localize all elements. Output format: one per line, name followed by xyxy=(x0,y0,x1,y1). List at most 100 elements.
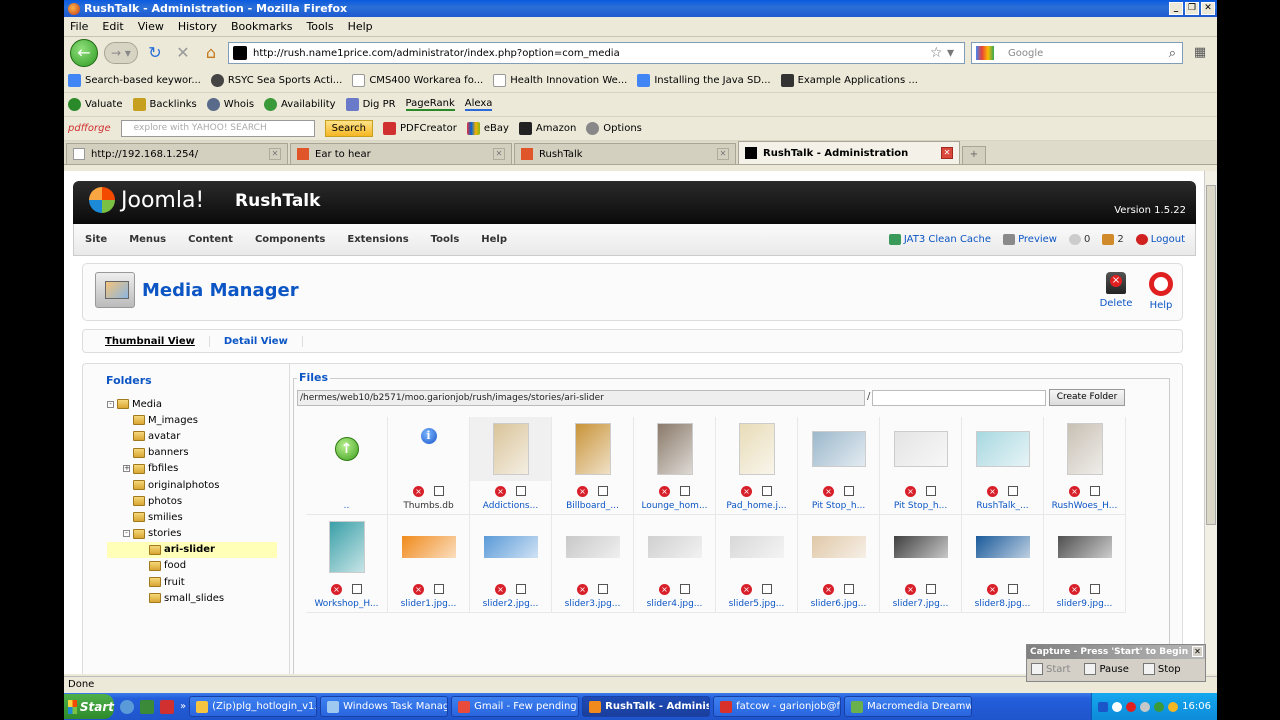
tab-ear-to-hear[interactable]: Ear to hear ✕ xyxy=(290,143,512,164)
select-file-checkbox[interactable] xyxy=(1008,486,1018,496)
close-icon[interactable]: ✕ xyxy=(1192,646,1203,657)
file-item[interactable]: × Pad_home.j... xyxy=(716,417,798,515)
tab-close-icon[interactable]: ✕ xyxy=(717,148,729,160)
folder-smilies[interactable]: smilies xyxy=(107,509,277,525)
file-item[interactable]: × slider6.jpg... xyxy=(798,515,880,613)
pagerank-meter[interactable]: PageRank xyxy=(405,98,455,111)
alexa-meter[interactable]: Alexa xyxy=(464,98,493,111)
users-online-count[interactable]: 2 xyxy=(1102,234,1124,245)
folder-banners[interactable]: banners xyxy=(107,445,277,461)
file-name[interactable]: slider9.jpg... xyxy=(1044,599,1125,609)
file-item[interactable]: × RushWoes_H... xyxy=(1044,417,1126,515)
file-thumbnail-area[interactable] xyxy=(1044,515,1125,579)
file-item[interactable]: × slider4.jpg... xyxy=(634,515,716,613)
file-name[interactable]: slider4.jpg... xyxy=(634,599,715,609)
folder-m-images[interactable]: M_images xyxy=(107,412,277,428)
menu-view[interactable]: View xyxy=(138,20,164,33)
bookmark-item[interactable]: Installing the Java SD... xyxy=(637,74,771,87)
file-thumbnail-area[interactable] xyxy=(880,515,961,579)
tab-thumbnail-view[interactable]: Thumbnail View xyxy=(83,335,210,347)
delete-file-icon[interactable]: × xyxy=(659,583,670,595)
alert-icon[interactable] xyxy=(1168,701,1179,712)
close-window-button[interactable]: ✕ xyxy=(1201,2,1215,15)
url-bar[interactable]: http://rush.name1price.com/administrator… xyxy=(228,42,965,64)
expand-icon[interactable]: + xyxy=(123,465,130,473)
tab-close-icon[interactable]: ✕ xyxy=(941,147,953,159)
file-thumbnail-area[interactable] xyxy=(388,515,469,579)
delete-file-icon[interactable]: × xyxy=(659,485,670,497)
select-file-checkbox[interactable] xyxy=(352,584,362,594)
file-thumbnail-area[interactable] xyxy=(634,515,715,579)
delete-file-icon[interactable]: × xyxy=(413,583,424,595)
security-icon[interactable] xyxy=(1126,701,1137,712)
quick-launch-ie-icon[interactable] xyxy=(120,699,134,714)
tab-rushtalk-administration[interactable]: RushTalk - Administration ✕ xyxy=(738,141,960,164)
tab-rushtalk[interactable]: RushTalk ✕ xyxy=(514,143,736,164)
select-file-checkbox[interactable] xyxy=(844,584,854,594)
file-item[interactable]: × Workshop_H... xyxy=(306,515,388,613)
file-item[interactable]: ↑.. xyxy=(306,417,388,515)
select-file-checkbox[interactable] xyxy=(680,584,690,594)
select-file-checkbox[interactable] xyxy=(434,584,444,594)
forward-arrow-icon[interactable]: → ▾ xyxy=(104,42,138,64)
select-file-checkbox[interactable] xyxy=(762,584,772,594)
clean-cache-link[interactable]: JAT3 Clean Cache xyxy=(888,234,991,245)
file-thumbnail-area[interactable] xyxy=(962,417,1043,481)
yahoo-search-input[interactable]: explore with YAHOO! SEARCH xyxy=(120,120,315,137)
valuate-button[interactable]: Valuate xyxy=(68,98,123,111)
file-name[interactable]: slider8.jpg... xyxy=(962,599,1043,609)
folder-stories[interactable]: - stories xyxy=(107,526,277,542)
taskbar-task[interactable]: Macromedia Dreamwe... xyxy=(844,696,973,717)
file-item[interactable]: × RushTalk_... xyxy=(962,417,1044,515)
file-thumbnail-area[interactable] xyxy=(880,417,961,481)
menu-components[interactable]: Components xyxy=(244,234,336,245)
stop-icon[interactable]: ✕ xyxy=(172,42,194,64)
bookmark-item[interactable]: Search-based keywor... xyxy=(68,74,201,87)
file-name[interactable]: slider7.jpg... xyxy=(880,599,961,609)
preview-link[interactable]: Preview xyxy=(1003,234,1057,245)
delete-file-icon[interactable]: × xyxy=(577,583,588,595)
folder-path-input[interactable]: /hermes/web10/b2571/moo.garionjob/rush/i… xyxy=(297,390,865,406)
file-item[interactable]: × slider3.jpg... xyxy=(552,515,634,613)
file-name[interactable]: Addictions... xyxy=(470,501,551,511)
select-file-checkbox[interactable] xyxy=(1090,584,1100,594)
delete-file-icon[interactable]: × xyxy=(987,485,998,497)
quick-launch-app-icon[interactable] xyxy=(140,699,154,714)
dig-pr-button[interactable]: Dig PR xyxy=(345,98,396,111)
amazon-button[interactable]: Amazon xyxy=(518,122,576,135)
file-item[interactable]: × slider1.jpg... xyxy=(388,515,470,613)
folder-ari-slider[interactable]: ari-slider xyxy=(107,541,277,558)
delete-file-icon[interactable]: × xyxy=(823,485,834,497)
new-tab-button[interactable]: + xyxy=(962,146,986,164)
menu-menus[interactable]: Menus xyxy=(118,234,177,245)
file-item[interactable]: × slider9.jpg... xyxy=(1044,515,1126,613)
pdfcreator-button[interactable]: PDFCreator xyxy=(383,122,457,135)
delete-file-icon[interactable]: × xyxy=(741,485,752,497)
file-name[interactable]: RushTalk_... xyxy=(962,501,1043,511)
volume-icon[interactable] xyxy=(1140,701,1151,712)
folder-media[interactable]: - Media xyxy=(107,396,277,412)
file-name[interactable]: .. xyxy=(306,501,387,511)
file-thumbnail-area[interactable] xyxy=(552,515,633,579)
file-thumbnail-area[interactable] xyxy=(962,515,1043,579)
whois-button[interactable]: Whois xyxy=(206,98,254,111)
select-file-checkbox[interactable] xyxy=(680,486,690,496)
reload-icon[interactable]: ↻ xyxy=(144,42,166,64)
file-name[interactable]: Workshop_H... xyxy=(306,599,387,609)
file-item[interactable]: × slider5.jpg... xyxy=(716,515,798,613)
taskbar-task[interactable]: fatcow - garionjob@ft... xyxy=(713,696,842,717)
home-icon[interactable]: ⌂ xyxy=(200,42,222,64)
scrollbar-thumb[interactable] xyxy=(1206,185,1216,525)
select-file-checkbox[interactable] xyxy=(516,584,526,594)
delete-file-icon[interactable]: × xyxy=(1069,583,1080,595)
delete-button[interactable]: Delete xyxy=(1096,272,1136,309)
grid-menu-icon[interactable]: ▦ xyxy=(1189,42,1211,64)
menu-edit[interactable]: Edit xyxy=(102,20,123,33)
select-file-checkbox[interactable] xyxy=(1008,584,1018,594)
delete-file-icon[interactable]: × xyxy=(1069,485,1080,497)
file-name[interactable]: slider1.jpg... xyxy=(388,599,469,609)
select-file-checkbox[interactable] xyxy=(598,486,608,496)
bookmark-item[interactable]: Health Innovation We... xyxy=(493,74,627,87)
file-item[interactable]: × slider2.jpg... xyxy=(470,515,552,613)
capture-start-button[interactable]: Start xyxy=(1031,663,1070,675)
